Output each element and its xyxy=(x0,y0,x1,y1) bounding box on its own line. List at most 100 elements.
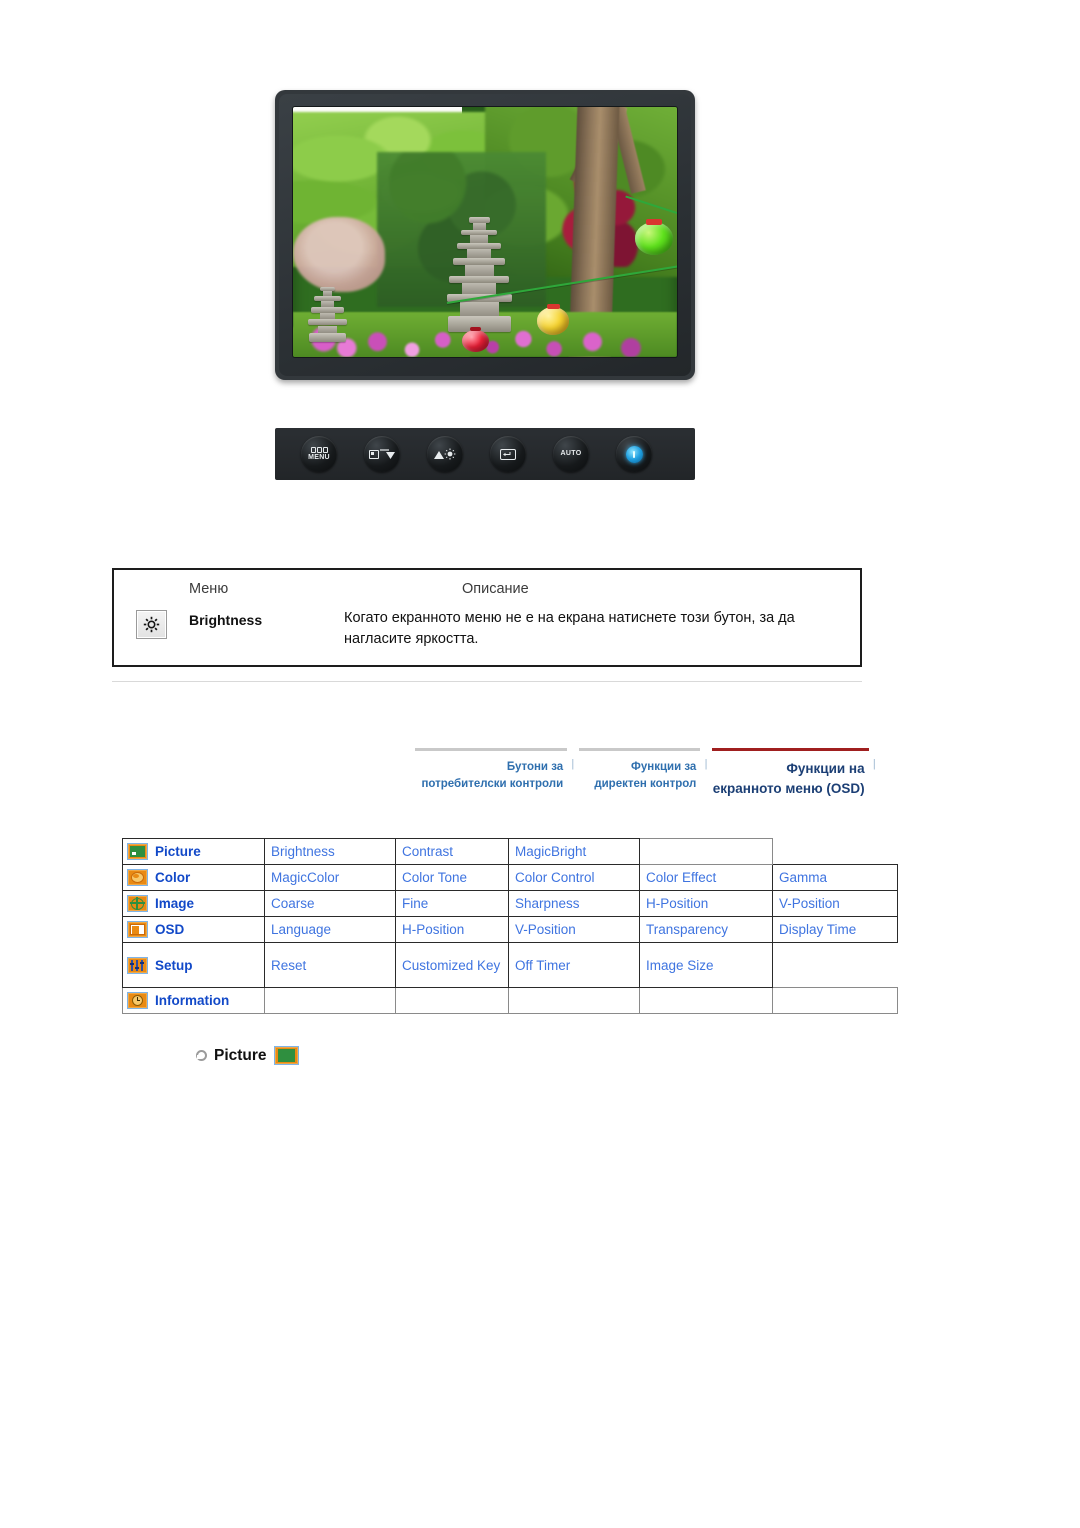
osd-category-label: Image xyxy=(155,896,195,911)
osd-category-label: Picture xyxy=(155,844,201,859)
osd-item[interactable]: Sharpness xyxy=(508,890,640,917)
osd-item[interactable]: Language xyxy=(264,916,396,943)
tab-direct-control-functions[interactable]: Функции за директен контрол xyxy=(578,748,701,792)
image-icon xyxy=(127,895,148,912)
menu-bars-icon xyxy=(310,446,328,453)
osd-category-setup[interactable]: Setup xyxy=(122,942,265,988)
osd-item[interactable]: Color Control xyxy=(508,864,640,891)
photo-lantern-red xyxy=(461,327,489,352)
column-header-menu: Меню xyxy=(189,581,229,597)
photo-lantern-green xyxy=(634,219,674,255)
brightness-sun-icon xyxy=(434,448,456,460)
tab-navigation: Бутони за потребителски контроли | Функц… xyxy=(415,748,880,796)
photo-pagoda-small xyxy=(308,287,347,342)
brightness-icon xyxy=(136,610,167,639)
osd-item[interactable]: Coarse xyxy=(264,890,396,917)
information-icon xyxy=(127,992,148,1009)
osd-category-label: OSD xyxy=(155,922,185,937)
osd-item[interactable]: Transparency xyxy=(639,916,773,943)
osd-item[interactable]: Off Timer xyxy=(508,942,640,988)
row-description: Когато екранното меню не е на екрана нат… xyxy=(344,610,795,648)
osd-item[interactable]: Reset xyxy=(264,942,396,988)
row-menu-name: Brightness xyxy=(189,612,263,628)
enter-button[interactable] xyxy=(490,436,526,472)
osd-item[interactable]: H-Position xyxy=(395,916,509,943)
tab-label-line2: директен контрол xyxy=(594,777,697,790)
osd-item-empty xyxy=(772,987,898,1014)
section-divider xyxy=(112,681,862,682)
tab-user-control-buttons[interactable]: Бутони за потребителски контроли xyxy=(415,748,568,792)
osd-item[interactable]: Customized Key xyxy=(395,942,509,988)
enter-icon xyxy=(500,448,516,460)
photo-pagoda-main xyxy=(446,217,512,332)
color-icon xyxy=(127,869,148,886)
power-icon xyxy=(625,445,643,463)
osd-item[interactable]: Color Effect xyxy=(639,864,773,891)
table-row: Information xyxy=(122,987,898,1014)
bullet-ring-icon xyxy=(196,1050,207,1061)
osd-item[interactable]: MagicColor xyxy=(264,864,396,891)
column-header-description: Описание xyxy=(462,581,529,597)
menu-button-label: MENU xyxy=(308,453,330,461)
tab-separator: | xyxy=(704,758,708,770)
tab-label-line1: Функции за xyxy=(631,761,697,773)
osd-item-empty xyxy=(508,987,640,1014)
tab-label-line2: екранното меню (OSD) xyxy=(712,780,865,796)
osd-category-information[interactable]: Information xyxy=(122,987,265,1014)
menu-button[interactable]: MENU xyxy=(301,436,337,472)
source-arrow-icon xyxy=(368,448,396,460)
picture-icon xyxy=(273,1046,299,1065)
osd-item[interactable]: Display Time xyxy=(772,916,898,943)
setup-icon xyxy=(127,956,148,974)
tab-separator: | xyxy=(571,758,575,770)
table-row: Brightness Когато екранното меню не е на… xyxy=(114,608,860,650)
osd-item-empty xyxy=(773,943,898,988)
osd-item[interactable]: MagicBright xyxy=(508,838,640,865)
osd-category-label: Information xyxy=(155,993,230,1008)
osd-item[interactable]: Fine xyxy=(395,890,509,917)
source-down-button[interactable] xyxy=(364,436,400,472)
osd-category-color[interactable]: Color xyxy=(122,864,265,891)
monitor-figure xyxy=(275,90,695,380)
table-row: Color MagicColor Color Tone Color Contro… xyxy=(122,864,898,891)
osd-category-label: Setup xyxy=(155,957,193,973)
section-heading-label: Picture xyxy=(214,1046,267,1064)
photo-lantern-yellow xyxy=(536,304,570,335)
auto-button[interactable]: AUTO xyxy=(553,436,589,472)
section-heading-picture: Picture xyxy=(196,1046,299,1065)
tab-label-line1: Бутони за xyxy=(506,761,564,773)
auto-button-label: AUTO xyxy=(560,450,582,458)
osd-category-picture[interactable]: Picture xyxy=(122,838,265,865)
picture-icon xyxy=(127,843,148,860)
osd-item[interactable]: Color Tone xyxy=(395,864,509,891)
osd-item[interactable]: Brightness xyxy=(264,838,396,865)
osd-item[interactable]: V-Position xyxy=(772,890,898,917)
osd-menu-table: Picture Brightness Contrast MagicBright … xyxy=(122,838,898,1014)
monitor-control-button-bar: MENU AUTO xyxy=(275,428,695,480)
osd-item[interactable]: V-Position xyxy=(508,916,640,943)
osd-category-label: Color xyxy=(155,870,191,885)
description-table-header: Меню Описание xyxy=(114,570,860,608)
table-row: Image Coarse Fine Sharpness H-Position V… xyxy=(122,890,898,917)
osd-item-empty xyxy=(264,987,396,1014)
osd-item-empty xyxy=(395,987,509,1014)
osd-item[interactable]: Contrast xyxy=(395,838,509,865)
osd-category-image[interactable]: Image xyxy=(122,890,265,917)
osd-item-empty xyxy=(639,838,773,865)
osd-icon xyxy=(127,921,148,938)
osd-item[interactable]: H-Position xyxy=(639,890,773,917)
down-arrow-icon xyxy=(379,448,395,459)
osd-item-empty xyxy=(773,839,898,865)
monitor-screen xyxy=(293,107,677,357)
osd-item[interactable]: Image Size xyxy=(639,942,773,988)
osd-item[interactable]: Gamma xyxy=(772,864,898,891)
garden-photo xyxy=(293,107,677,357)
brightness-button[interactable] xyxy=(427,436,463,472)
tab-separator: | xyxy=(872,758,876,770)
osd-category-osd[interactable]: OSD xyxy=(122,916,265,943)
power-button[interactable] xyxy=(616,436,652,472)
table-row: Setup Reset Customized Key Off Timer Ima… xyxy=(122,942,898,988)
tab-osd-menu-functions[interactable]: Функции на екранното меню (OSD) xyxy=(711,748,869,798)
table-row: OSD Language H-Position V-Position Trans… xyxy=(122,916,898,943)
tab-label-line2: потребителски контроли xyxy=(421,777,564,790)
